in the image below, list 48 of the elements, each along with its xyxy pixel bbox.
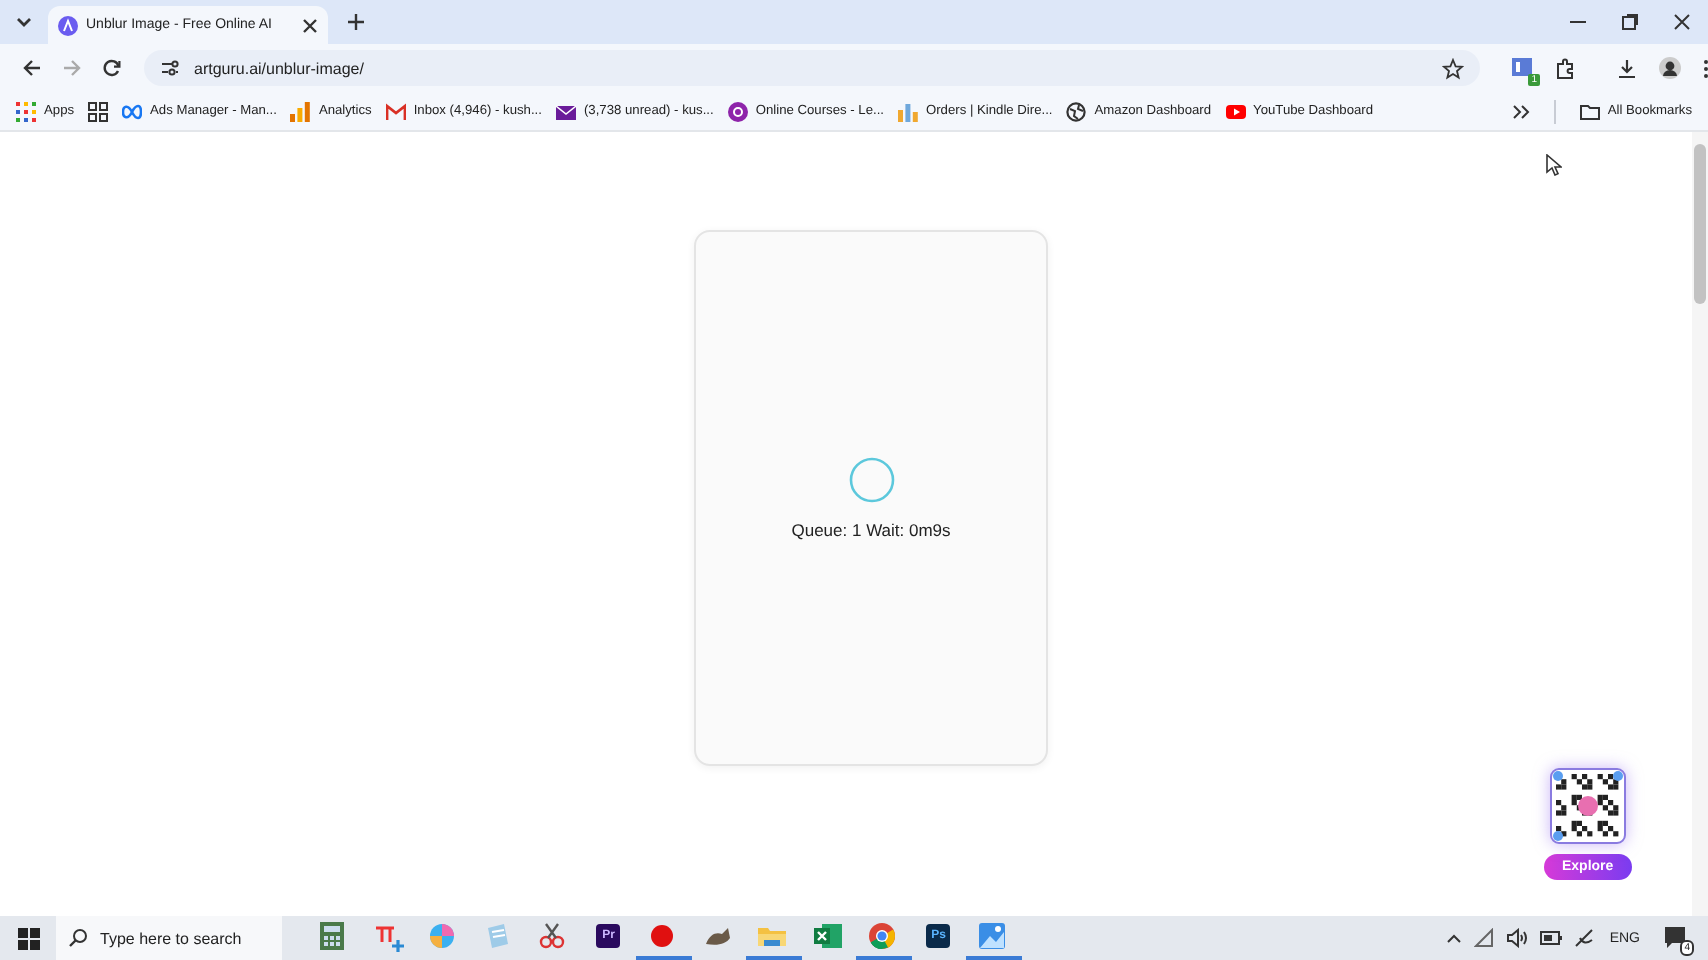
close-icon[interactable] bbox=[302, 17, 318, 33]
search-field[interactable]: Type here to search bbox=[56, 916, 282, 960]
avatar-icon[interactable] bbox=[1658, 56, 1682, 80]
restore-icon[interactable] bbox=[1620, 12, 1640, 32]
site-settings-icon[interactable] bbox=[160, 58, 180, 78]
mail-icon bbox=[385, 101, 406, 121]
pi-plus-icon bbox=[373, 921, 404, 951]
tab-list-icon[interactable] bbox=[14, 12, 34, 32]
spreadsheet-icon bbox=[813, 921, 844, 951]
notepad-icon bbox=[483, 921, 514, 951]
scissors-icon bbox=[538, 921, 569, 951]
menu-icon[interactable] bbox=[1702, 57, 1708, 79]
record-icon bbox=[648, 921, 679, 951]
favicon-icon bbox=[58, 15, 78, 35]
windows-icon[interactable] bbox=[18, 927, 40, 949]
download-icon[interactable] bbox=[1616, 57, 1638, 79]
calculator-icon bbox=[318, 921, 349, 951]
scrollbar[interactable] bbox=[1692, 132, 1708, 916]
photos-icon bbox=[978, 921, 1009, 951]
spinner-icon bbox=[847, 456, 895, 504]
close-icon[interactable] bbox=[1672, 12, 1692, 32]
new-tab-icon[interactable] bbox=[346, 12, 366, 32]
back-icon[interactable] bbox=[22, 58, 42, 78]
grid-icon[interactable] bbox=[88, 101, 109, 121]
qr-code-icon[interactable] bbox=[1549, 768, 1626, 844]
speaker-icon[interactable] bbox=[1505, 928, 1528, 948]
chevron-up-icon[interactable] bbox=[1445, 930, 1462, 946]
chrome-icon bbox=[868, 921, 899, 951]
globe-icon bbox=[1066, 101, 1087, 121]
apps-icon bbox=[16, 101, 36, 121]
address-bar[interactable]: artguru.ai/unblur-image/ bbox=[144, 50, 1480, 86]
reload-icon[interactable] bbox=[102, 58, 122, 78]
envelope-icon bbox=[555, 101, 576, 121]
star-icon[interactable] bbox=[1442, 57, 1464, 79]
extensions-icon[interactable] bbox=[1554, 57, 1576, 79]
search-icon bbox=[68, 928, 88, 948]
queue-status: Queue: 1 Wait: 0m9s bbox=[791, 518, 951, 540]
battery-icon[interactable] bbox=[1539, 930, 1562, 946]
chevron-icon[interactable] bbox=[1511, 103, 1530, 119]
video-icon bbox=[1225, 101, 1246, 121]
folder-icon bbox=[1579, 101, 1600, 121]
scroll-thumb[interactable] bbox=[1694, 144, 1706, 304]
infinity-icon bbox=[122, 101, 143, 121]
cursor-icon bbox=[1546, 154, 1562, 176]
chart-icon bbox=[897, 101, 918, 121]
wifi-icon[interactable] bbox=[1473, 928, 1494, 948]
bar-chart-icon bbox=[290, 101, 311, 121]
pen-icon[interactable] bbox=[1573, 928, 1594, 948]
